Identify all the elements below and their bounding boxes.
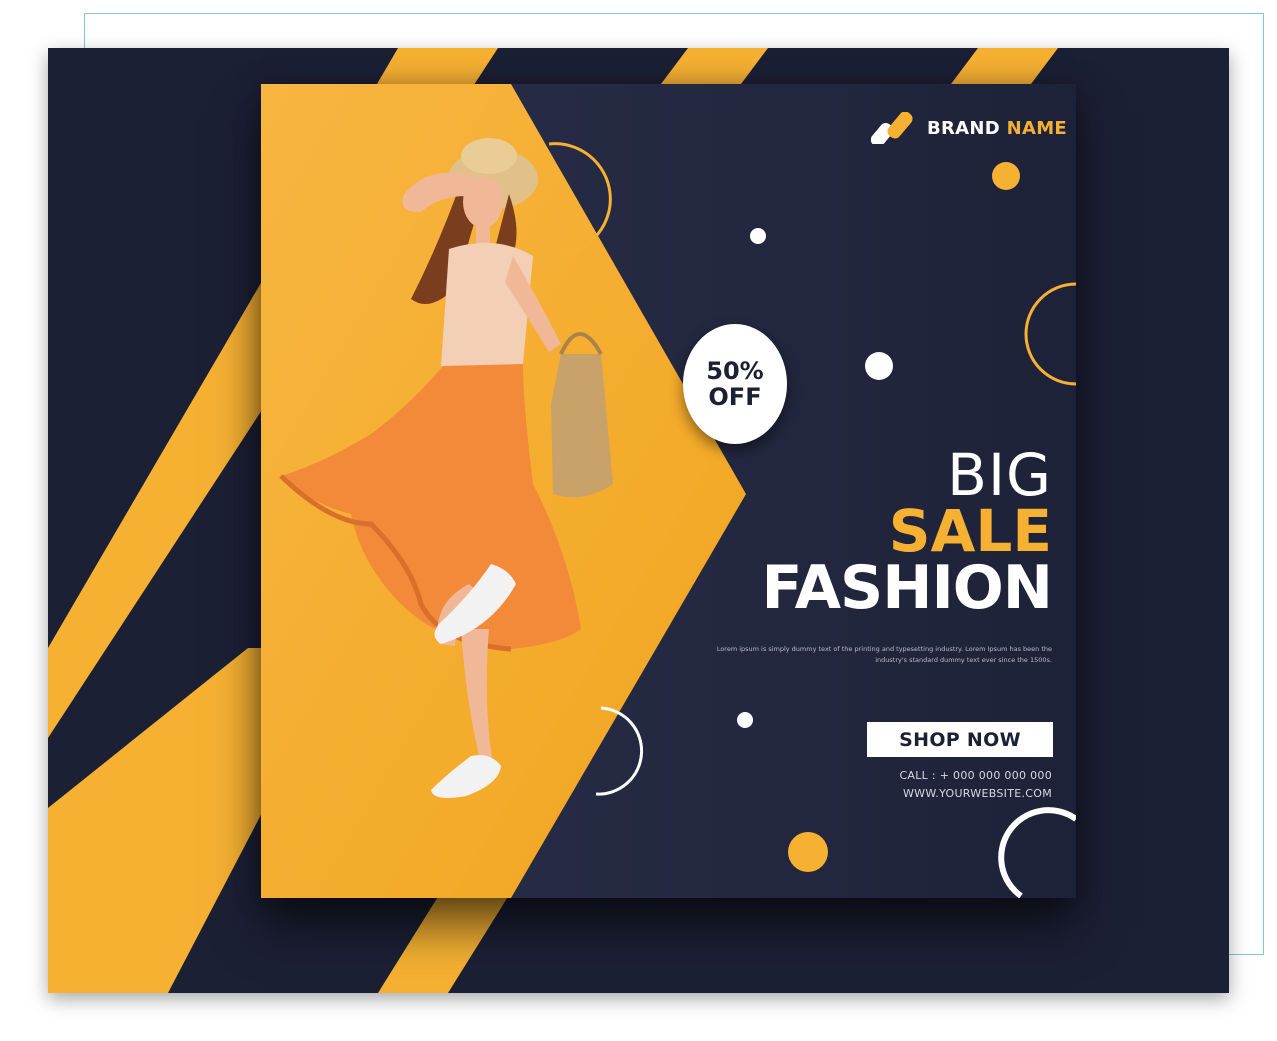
dot-decoration bbox=[865, 352, 893, 380]
dot-decoration bbox=[788, 832, 828, 872]
description-text: Lorem ipsum is simply dummy text of the … bbox=[716, 645, 1052, 664]
headline-fashion: FASHION bbox=[761, 553, 1053, 623]
brand-name-part1: BRAND bbox=[927, 117, 1001, 139]
contact-info: CALL : + 000 000 000 000 WWW.YOURWEBSITE… bbox=[899, 767, 1052, 803]
discount-off: OFF bbox=[708, 383, 762, 411]
headline-sale: SALE bbox=[888, 497, 1052, 565]
headline-big: BIG bbox=[947, 441, 1052, 509]
brand-logo-icon bbox=[871, 112, 913, 144]
brand-name: BRAND NAME bbox=[927, 118, 1067, 139]
brand-name-part2: NAME bbox=[1006, 117, 1068, 139]
dot-decoration bbox=[737, 712, 753, 728]
poster-card: BRAND NAME 50% OFF BIG SALE FASHION Lore… bbox=[261, 84, 1076, 898]
brand-header: BRAND NAME bbox=[871, 112, 1067, 144]
discount-percent: 50% bbox=[706, 357, 764, 385]
shop-now-button[interactable]: SHOP NOW bbox=[867, 722, 1053, 757]
discount-badge: 50% OFF bbox=[683, 324, 787, 444]
headline: BIG SALE FASHION bbox=[761, 441, 1053, 623]
contact-website[interactable]: WWW.YOURWEBSITE.COM bbox=[899, 785, 1052, 803]
dot-decoration bbox=[750, 228, 766, 244]
dot-decoration bbox=[992, 162, 1020, 190]
poster: BRAND NAME 50% OFF BIG SALE FASHION Lore… bbox=[48, 48, 1229, 993]
contact-phone: CALL : + 000 000 000 000 bbox=[899, 769, 1052, 782]
